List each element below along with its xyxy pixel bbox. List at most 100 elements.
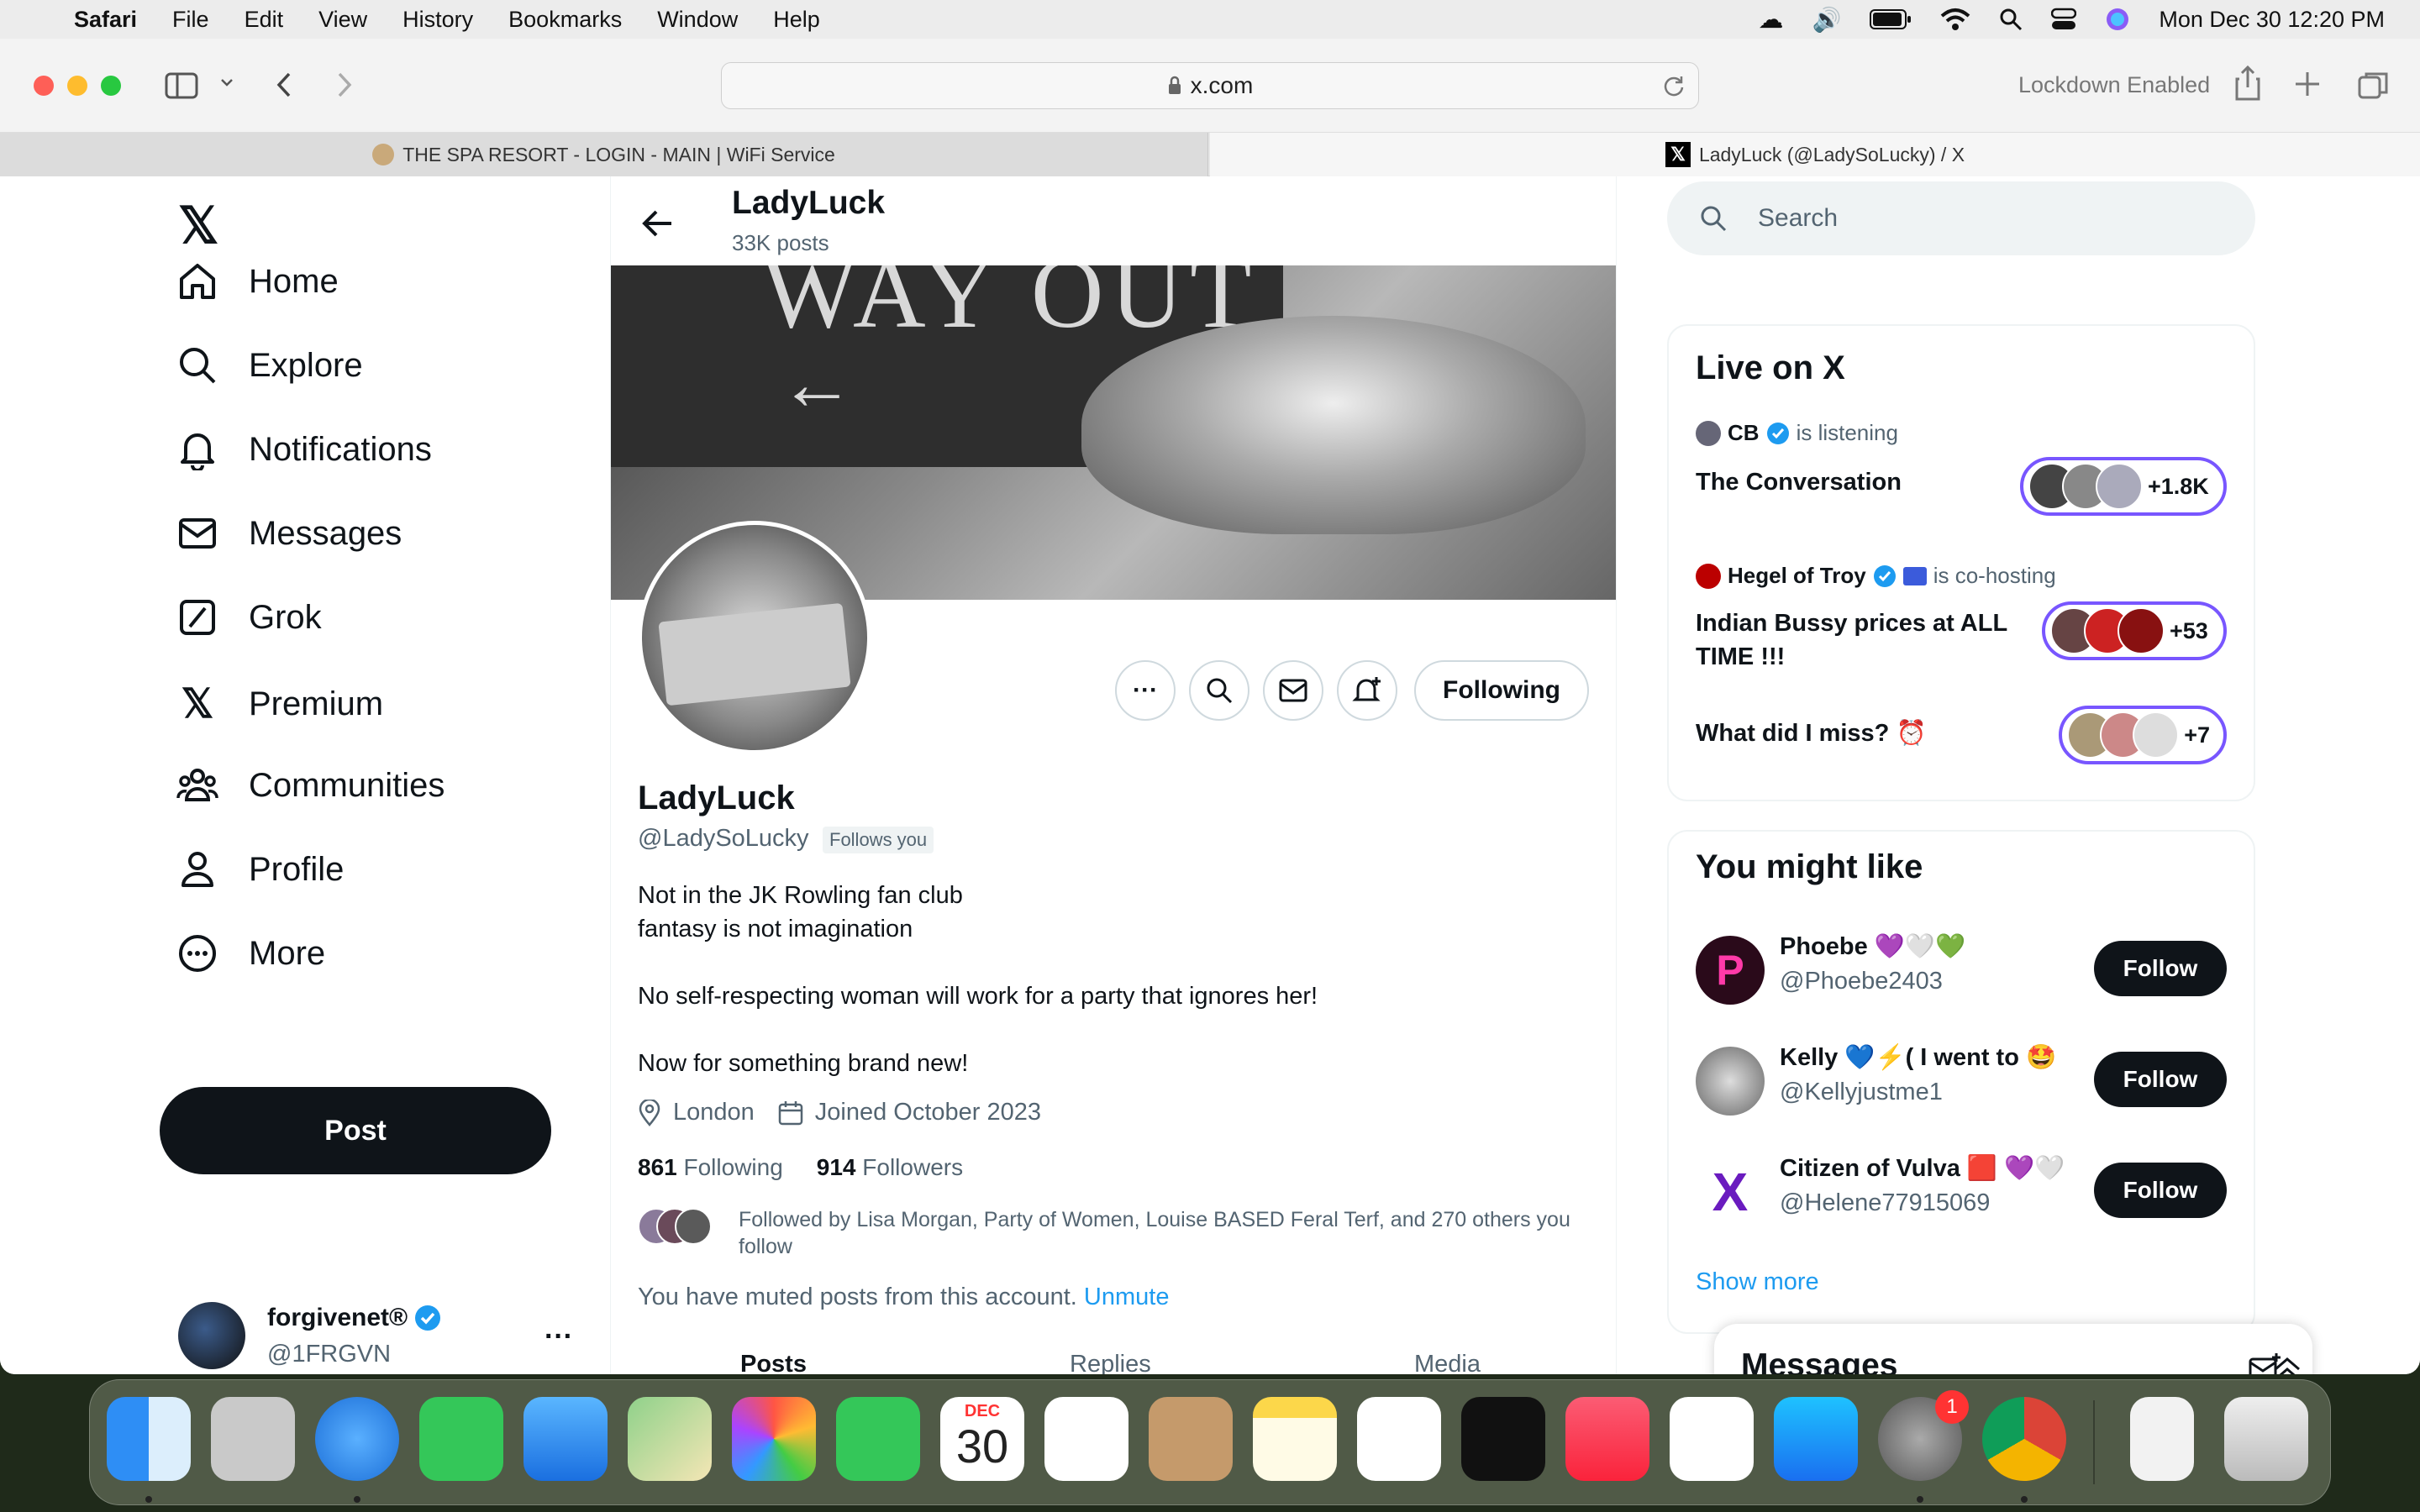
bell-plus-icon xyxy=(1352,675,1382,706)
messages-app-icon[interactable] xyxy=(419,1397,503,1481)
following-button[interactable]: Following xyxy=(1414,660,1589,721)
follow-button[interactable]: Follow xyxy=(2094,941,2227,996)
chevron-down-icon[interactable] xyxy=(220,76,234,89)
search-icon xyxy=(1205,676,1234,705)
menu-app-safari[interactable]: Safari xyxy=(74,7,137,33)
calendar-app-icon[interactable]: DEC 30 xyxy=(940,1397,1024,1481)
new-tab-icon[interactable] xyxy=(2294,71,2321,97)
tab-replies[interactable]: Replies xyxy=(1070,1351,1151,1374)
facetime-icon[interactable] xyxy=(836,1397,920,1481)
live-join-button[interactable]: +1.8K xyxy=(2020,457,2227,516)
battery-icon[interactable] xyxy=(1870,9,1912,29)
post-button[interactable]: Post xyxy=(160,1087,551,1174)
tab-overview-icon[interactable] xyxy=(2358,71,2388,99)
more-options-button[interactable]: ··· xyxy=(1115,660,1176,721)
nav-explore[interactable]: Explore xyxy=(176,344,363,386)
messages-drawer[interactable]: Messages xyxy=(1714,1324,2312,1374)
notes-icon[interactable] xyxy=(1253,1397,1337,1481)
notify-button[interactable] xyxy=(1337,660,1397,721)
app-store-icon[interactable] xyxy=(1774,1397,1858,1481)
tab-media[interactable]: Media xyxy=(1414,1351,1481,1374)
nav-grok[interactable]: Grok xyxy=(176,596,322,638)
volume-icon[interactable]: 🔊 xyxy=(1812,6,1841,34)
back-button[interactable] xyxy=(272,71,296,99)
nav-premium[interactable]: 𝕏 Premium xyxy=(176,680,383,727)
more-horizontal-icon[interactable]: ··· xyxy=(544,1320,573,1353)
live-item[interactable]: CB is listening The Conversation +1.8K xyxy=(1669,420,2254,529)
siri-icon[interactable] xyxy=(2105,7,2130,32)
address-bar[interactable]: x.com xyxy=(721,62,1699,109)
follow-button[interactable]: Follow xyxy=(2094,1052,2227,1107)
menu-bookmarks[interactable]: Bookmarks xyxy=(508,7,622,33)
search-input[interactable]: Search xyxy=(1667,181,2255,255)
sidebar-toggle-icon[interactable] xyxy=(165,72,198,99)
apple-tv-icon[interactable] xyxy=(1461,1397,1545,1481)
show-more-link[interactable]: Show more xyxy=(1696,1268,1819,1296)
unmute-link[interactable]: Unmute xyxy=(1084,1284,1170,1310)
share-icon[interactable] xyxy=(2233,66,2262,101)
photos-icon[interactable] xyxy=(732,1397,816,1481)
suggestion-item[interactable]: P Phoebe 💜🤍💚 @Phoebe2403 Follow xyxy=(1669,932,2254,1008)
reload-icon[interactable] xyxy=(1663,75,1685,97)
mail-icon[interactable] xyxy=(523,1397,608,1481)
safari-icon[interactable] xyxy=(315,1397,399,1481)
followers-link[interactable]: 914 Followers xyxy=(817,1154,963,1181)
trash-icon[interactable] xyxy=(2224,1397,2308,1481)
menu-history[interactable]: History xyxy=(402,7,473,33)
live-item[interactable]: Hegel of Troy is co-hosting Indian Bussy… xyxy=(1669,563,2254,689)
news-icon[interactable] xyxy=(1670,1397,1754,1481)
message-button[interactable] xyxy=(1263,660,1323,721)
system-settings-icon[interactable]: 1 xyxy=(1878,1390,1969,1481)
nav-notifications[interactable]: Notifications xyxy=(176,428,432,470)
maps-icon[interactable] xyxy=(628,1397,712,1481)
finder-icon[interactable] xyxy=(107,1397,191,1481)
live-join-button[interactable]: +53 xyxy=(2042,601,2227,660)
cloud-icon[interactable]: ☁ xyxy=(1758,5,1783,34)
profile-avatar[interactable] xyxy=(638,521,871,754)
menu-view[interactable]: View xyxy=(318,7,367,33)
chrome-icon[interactable] xyxy=(1982,1397,2066,1481)
live-count: +1.8K xyxy=(2148,473,2209,499)
nav-more[interactable]: More xyxy=(176,932,325,974)
minimize-window-button[interactable] xyxy=(67,76,87,96)
launchpad-icon[interactable] xyxy=(211,1397,295,1481)
search-profile-button[interactable] xyxy=(1189,660,1249,721)
freeform-icon[interactable] xyxy=(1357,1397,1441,1481)
live-item[interactable]: What did I miss? ⏰ +7 xyxy=(1669,706,2254,781)
contacts-icon[interactable] xyxy=(1149,1397,1233,1481)
muted-text: You have muted posts from this account. xyxy=(638,1284,1077,1310)
close-window-button[interactable] xyxy=(34,76,54,96)
nav-messages[interactable]: Messages xyxy=(176,512,402,554)
following-link[interactable]: 861 Following xyxy=(638,1154,783,1181)
followed-by-row[interactable]: Followed by Lisa Morgan, Party of Women,… xyxy=(638,1206,1596,1262)
suggestion-item[interactable]: Kelly 💙⚡( I went to 🤩 @Kellyjustme1 Foll… xyxy=(1669,1043,2254,1119)
menubar-clock[interactable]: Mon Dec 30 12:20 PM xyxy=(2159,7,2385,33)
suggestion-item[interactable]: X Citizen of Vulva 🟥 💜🤍 @Helene77915069 … xyxy=(1669,1154,2254,1230)
expand-chevron-icon[interactable] xyxy=(2272,1354,2302,1374)
menu-window[interactable]: Window xyxy=(657,7,738,33)
music-icon[interactable] xyxy=(1565,1397,1649,1481)
follow-button[interactable]: Follow xyxy=(2094,1163,2227,1218)
menu-help[interactable]: Help xyxy=(773,7,820,33)
control-center-icon[interactable] xyxy=(2051,8,2077,31)
account-switcher[interactable]: forgivenet® @1FRGVN ··· xyxy=(178,1302,598,1374)
tab-ladyluck[interactable]: 𝕏 LadyLuck (@LadySoLucky) / X xyxy=(1210,133,2420,176)
back-arrow-icon[interactable] xyxy=(641,207,675,240)
zoom-window-button[interactable] xyxy=(101,76,121,96)
x-page: 𝕏 Home Explore Notifications Messages Gr… xyxy=(0,176,2420,1374)
nav-profile[interactable]: Profile xyxy=(176,848,344,890)
menu-file[interactable]: File xyxy=(172,7,209,33)
tab-posts[interactable]: Posts xyxy=(740,1351,807,1374)
live-join-button[interactable]: +7 xyxy=(2059,706,2227,764)
verified-badge-icon xyxy=(414,1305,441,1331)
spotlight-search-icon[interactable] xyxy=(1999,8,2023,31)
nav-home[interactable]: Home xyxy=(176,260,339,302)
menu-edit[interactable]: Edit xyxy=(245,7,284,33)
wifi-icon[interactable] xyxy=(1940,8,1970,31)
tab-spa-resort[interactable]: THE SPA RESORT - LOGIN - MAIN | WiFi Ser… xyxy=(0,133,1208,176)
nav-communities[interactable]: Communities xyxy=(176,764,445,806)
document-icon[interactable] xyxy=(2130,1397,2194,1481)
reminders-icon[interactable] xyxy=(1044,1397,1128,1481)
forward-button[interactable] xyxy=(333,71,356,99)
x-logo-icon[interactable]: 𝕏 xyxy=(178,197,218,255)
